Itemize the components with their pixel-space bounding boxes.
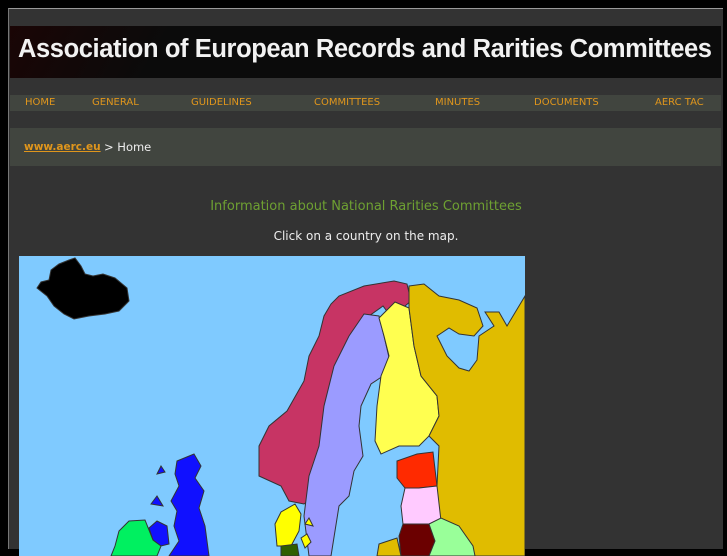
breadcrumb-separator: > — [104, 140, 118, 154]
main-nav: HOME GENERAL GUIDELINES COMMITTEES MINUT… — [10, 95, 721, 111]
site-title: Association of European Records and Rari… — [18, 35, 712, 63]
nav-general[interactable]: GENERAL — [92, 97, 139, 108]
page-container: Association of European Records and Rari… — [8, 8, 723, 556]
nav-documents[interactable]: DOCUMENTS — [534, 97, 599, 108]
site-banner: Association of European Records and Rari… — [10, 26, 721, 78]
nav-aerc-tac[interactable]: AERC TAC — [655, 97, 704, 108]
nav-guidelines[interactable]: GUIDELINES — [191, 97, 252, 108]
europe-map[interactable] — [19, 256, 525, 556]
nav-home[interactable]: HOME — [25, 97, 55, 108]
breadcrumb: www.aerc.eu > Home — [10, 128, 721, 166]
nav-committees[interactable]: COMMITTEES — [314, 97, 380, 108]
map-country-estonia[interactable] — [396, 451, 438, 489]
map-country-iceland[interactable] — [36, 257, 130, 320]
nav-minutes[interactable]: MINUTES — [435, 97, 480, 108]
page-heading: Information about National Rarities Comm… — [210, 199, 522, 214]
breadcrumb-current: Home — [117, 140, 152, 154]
map-country-latvia[interactable] — [400, 485, 442, 525]
map-country-germany[interactable] — [280, 543, 300, 556]
map-country-lithuania[interactable] — [398, 523, 436, 556]
map-country-poland[interactable] — [376, 537, 402, 556]
breadcrumb-site-link[interactable]: www.aerc.eu — [24, 141, 101, 153]
map-instruction: Click on a country on the map. — [273, 229, 459, 243]
